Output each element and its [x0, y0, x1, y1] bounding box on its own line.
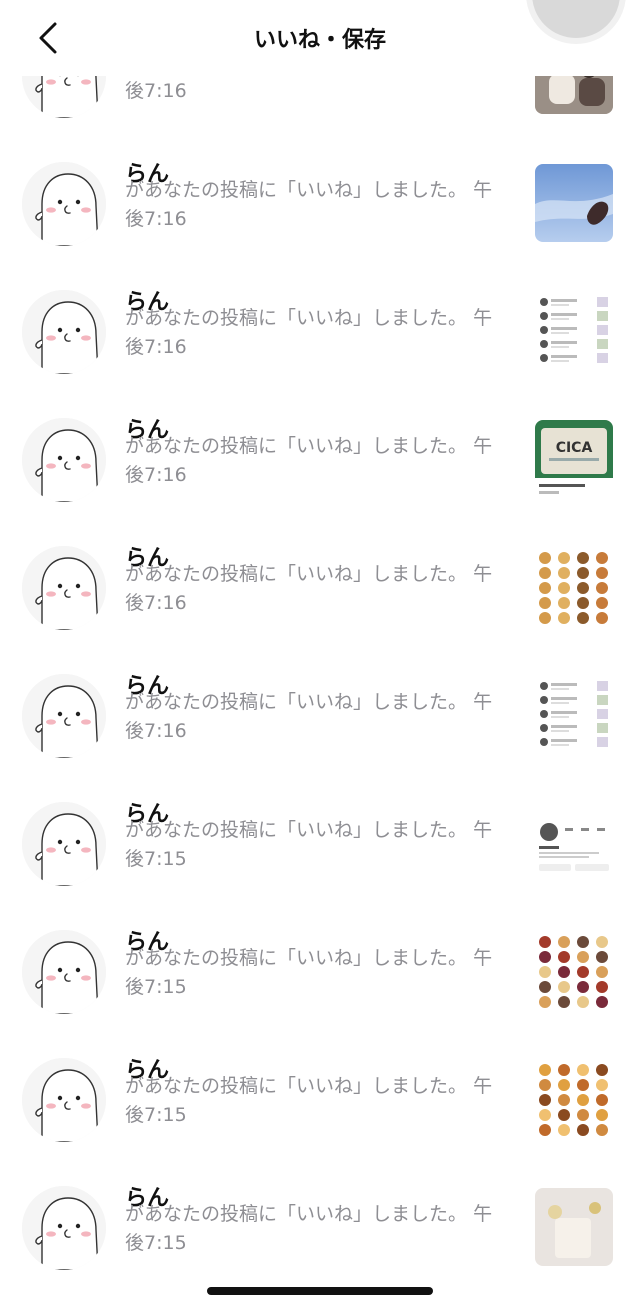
avatar[interactable] — [22, 930, 106, 1014]
message-text: があなたの投稿に「いいね」しました。 — [125, 1075, 468, 1097]
notification-row[interactable]: らん があなたの投稿に「いいね」しました。 午後7:15 — [0, 1160, 640, 1288]
post-thumbnail[interactable] — [535, 164, 613, 242]
notification-row[interactable]: らん があなたの投稿に「いいね」しました。 午後7:16 — [0, 136, 640, 264]
post-thumbnail[interactable]: CICA — [535, 420, 613, 498]
notification-message: があなたの投稿に「いいね」しました。 午後7:16 — [125, 432, 505, 490]
notification-row[interactable]: らん があなたの投稿に「いいね」しました。 午後7:15 — [0, 1032, 640, 1160]
avatar[interactable] — [22, 418, 106, 502]
post-thumbnail[interactable] — [535, 676, 613, 754]
notification-row[interactable]: らん があなたの投稿に「いいね」しました。 午後7:15 — [0, 776, 640, 904]
avatar[interactable] — [22, 1186, 106, 1270]
notification-message: があなたの投稿に「いいね」しました。 午後7:15 — [125, 1072, 505, 1130]
notification-message: があなたの投稿に「いいね」しました。 午後7:15 — [125, 1200, 505, 1258]
post-thumbnail[interactable] — [535, 804, 613, 882]
notification-list: があなたの投稿に「いいね」しました。 午後7:16らんがあなたの投稿に「いいね」… — [0, 34, 640, 1288]
post-thumbnail[interactable] — [535, 1188, 613, 1266]
notification-row[interactable]: らん があなたの投稿に「いいね」しました。 午後7:16 — [0, 264, 640, 392]
post-thumbnail[interactable] — [535, 932, 613, 1010]
message-text: があなたの投稿に「いいね」しました。 — [125, 179, 468, 201]
notification-message: があなたの投稿に「いいね」しました。 午後7:16 — [125, 176, 505, 234]
post-thumbnail[interactable] — [535, 1060, 613, 1138]
post-thumbnail[interactable] — [535, 548, 613, 626]
message-text: があなたの投稿に「いいね」しました。 — [125, 691, 468, 713]
avatar[interactable] — [22, 162, 106, 246]
notification-row[interactable]: らん があなたの投稿に「いいね」しました。 午後7:16 CICA — [0, 392, 640, 520]
notification-message: があなたの投稿に「いいね」しました。 午後7:15 — [125, 944, 505, 1002]
notification-message: があなたの投稿に「いいね」しました。 午後7:16 — [125, 304, 505, 362]
notification-message: があなたの投稿に「いいね」しました。 午後7:16 — [125, 688, 505, 746]
avatar[interactable] — [22, 290, 106, 374]
avatar[interactable] — [22, 674, 106, 758]
message-text: があなたの投稿に「いいね」しました。 — [125, 819, 468, 841]
notification-message: があなたの投稿に「いいね」しました。 午後7:16 — [125, 560, 505, 618]
home-indicator[interactable] — [207, 1287, 433, 1295]
message-text: があなたの投稿に「いいね」しました。 — [125, 947, 468, 969]
avatar[interactable] — [22, 1058, 106, 1142]
notification-message: があなたの投稿に「いいね」しました。 午後7:15 — [125, 816, 505, 874]
avatar[interactable] — [22, 546, 106, 630]
notification-row[interactable]: らん があなたの投稿に「いいね」しました。 午後7:15 — [0, 904, 640, 1032]
notification-row[interactable]: らん があなたの投稿に「いいね」しました。 午後7:16 — [0, 520, 640, 648]
post-thumbnail[interactable] — [535, 292, 613, 370]
svg-text:CICA: CICA — [556, 440, 593, 456]
message-text: があなたの投稿に「いいね」しました。 — [125, 307, 468, 329]
notification-row[interactable]: らん があなたの投稿に「いいね」しました。 午後7:16 — [0, 648, 640, 776]
avatar[interactable] — [22, 802, 106, 886]
message-text: があなたの投稿に「いいね」しました。 — [125, 1203, 468, 1225]
message-text: があなたの投稿に「いいね」しました。 — [125, 563, 468, 585]
message-text: があなたの投稿に「いいね」しました。 — [125, 435, 468, 457]
